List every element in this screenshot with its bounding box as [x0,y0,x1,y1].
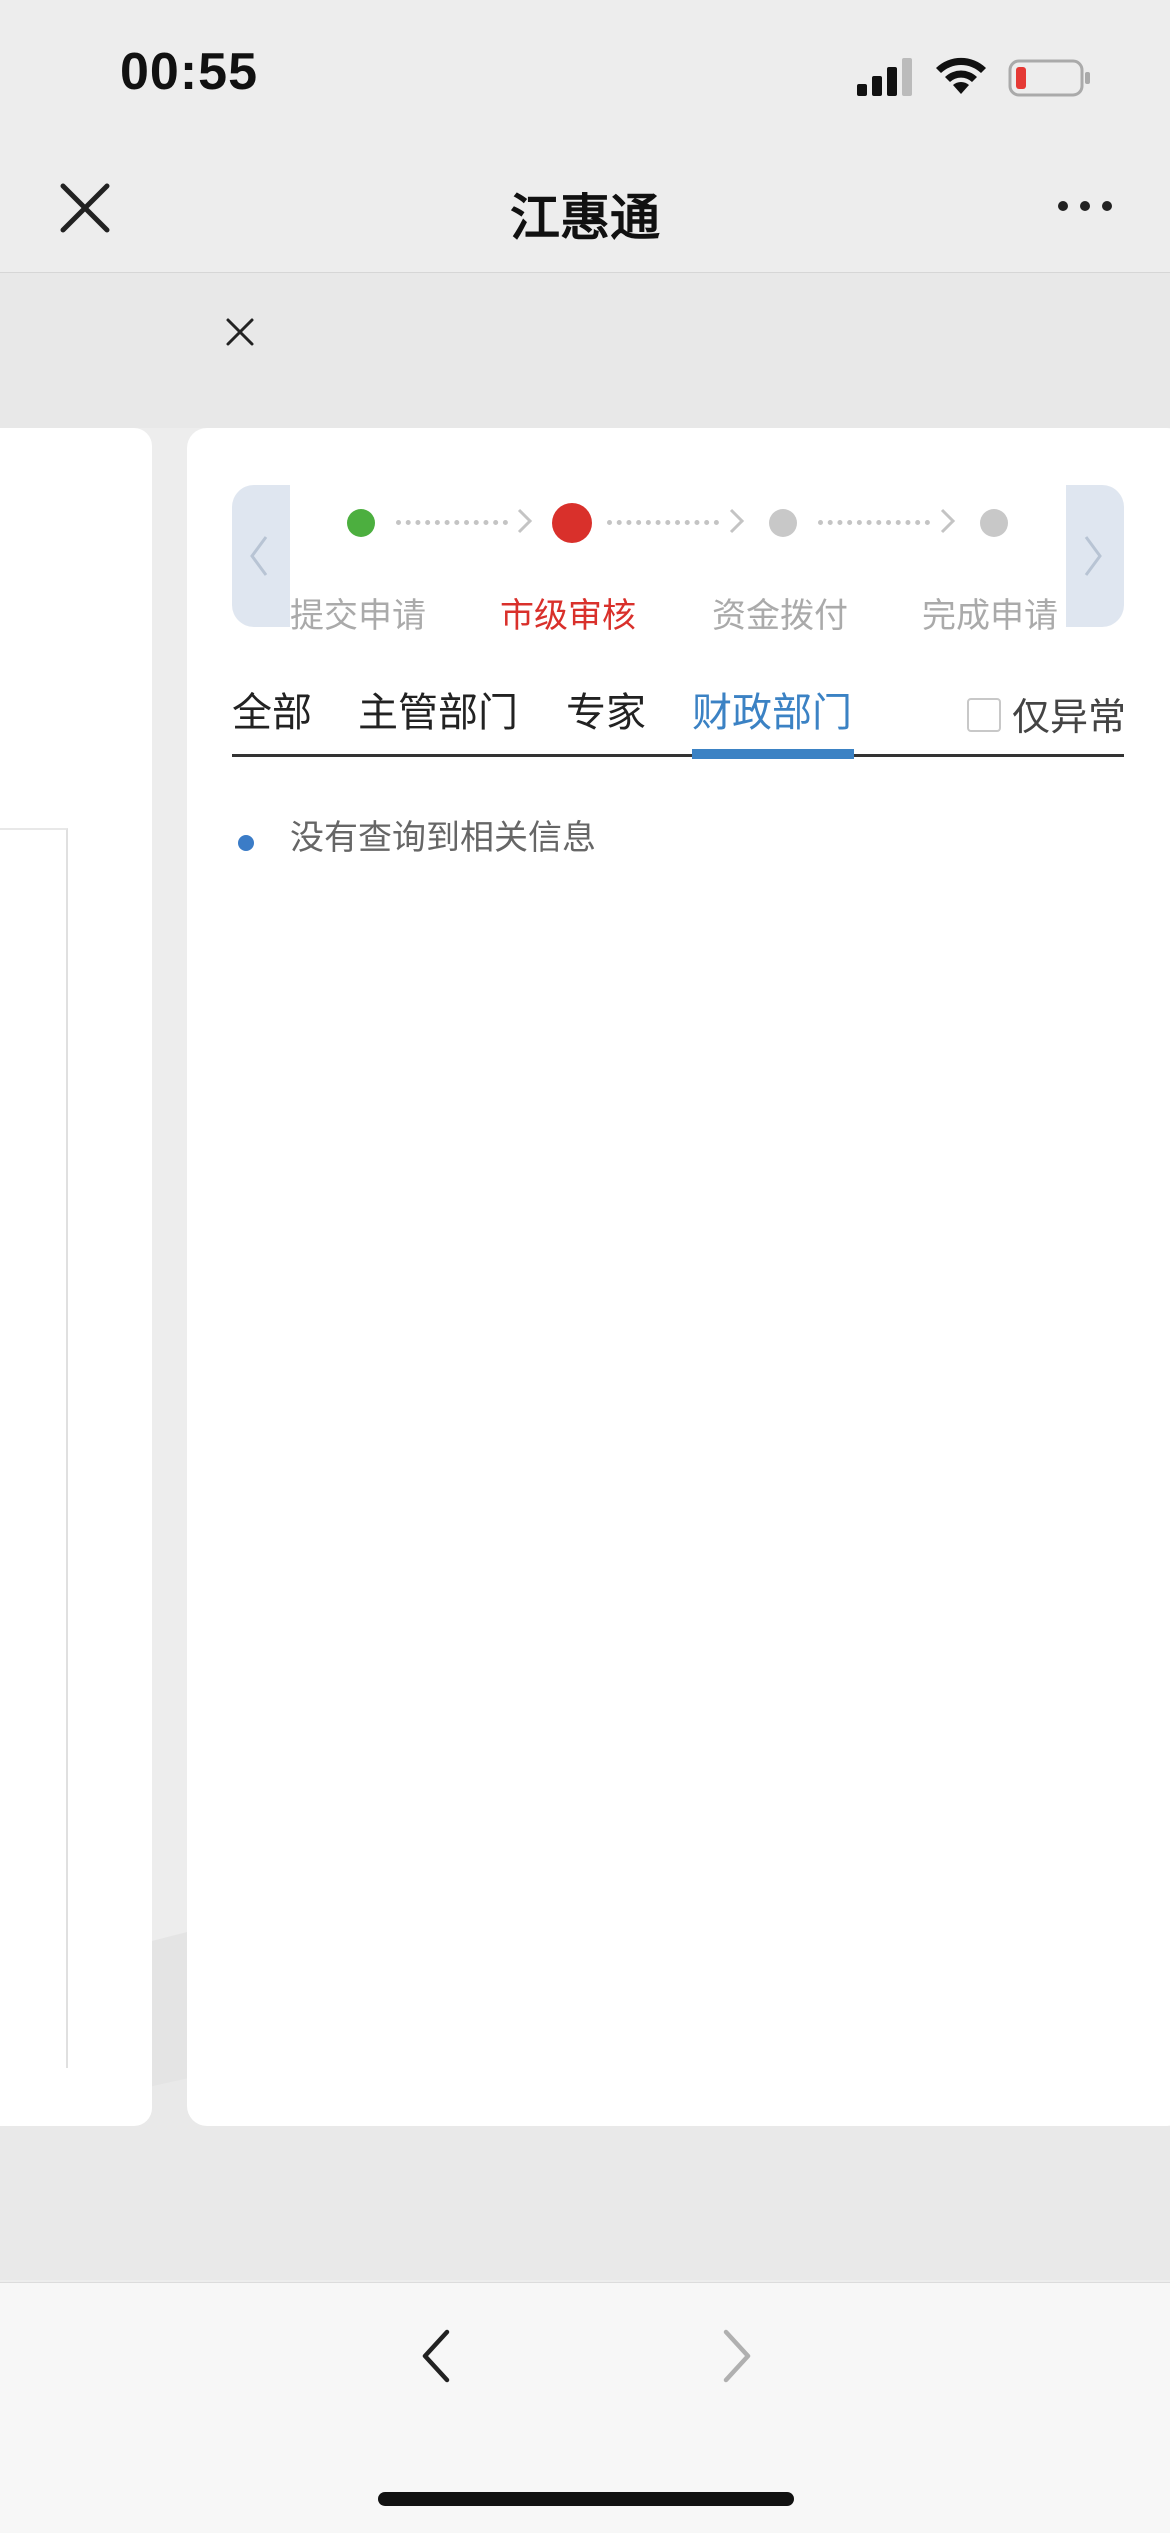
step-dot-city-review [552,503,592,543]
chevron-left-icon [250,536,268,576]
step-label-submit: 提交申请 [290,596,426,636]
step-dot-complete [980,509,1008,537]
active-tab-indicator [692,749,854,759]
page-title: 江惠通 [510,189,660,247]
wifi-icon [936,57,986,94]
more-dots-icon[interactable] [1055,196,1115,216]
chevron-right-icon [940,508,956,534]
overlay-header [0,273,1170,428]
forward-arrow-icon[interactable] [718,2326,758,2386]
battery-icon [1008,59,1090,97]
home-indicator [378,2492,794,2506]
empty-message: 没有查询到相关信息 [290,818,596,858]
step-connector [818,520,930,531]
step-dot-submit [347,509,375,537]
step-label-fund-allocation: 资金拨付 [712,596,848,636]
close-icon[interactable] [222,314,258,350]
tab-supervising-dept[interactable]: 主管部门 [358,680,518,738]
chevron-right-icon [517,508,533,534]
tab-all[interactable]: 全部 [232,680,312,738]
tab-finance-dept[interactable]: 财政部门 [692,680,852,738]
progress-card [187,428,1170,2126]
only-abnormal-label[interactable]: 仅异常 [1012,686,1126,741]
steps-prev-button[interactable] [232,485,290,627]
chevron-right-icon [1084,536,1102,576]
status-time: 00:55 [120,43,258,101]
step-connector [607,520,719,531]
chevron-right-icon [729,508,745,534]
step-dot-fund-allocation [769,509,797,537]
steps-next-button[interactable] [1066,485,1124,627]
back-arrow-icon[interactable] [415,2326,455,2386]
previous-card-panel [0,828,68,2068]
bullet-icon [238,835,254,851]
tabs-divider [232,754,1124,757]
only-abnormal-checkbox[interactable] [967,698,1001,732]
step-label-complete: 完成申请 [922,596,1058,636]
step-connector [396,520,508,531]
cellular-signal-icon [857,58,912,96]
step-label-city-review: 市级审核 [500,596,636,636]
tab-expert[interactable]: 专家 [566,680,646,738]
